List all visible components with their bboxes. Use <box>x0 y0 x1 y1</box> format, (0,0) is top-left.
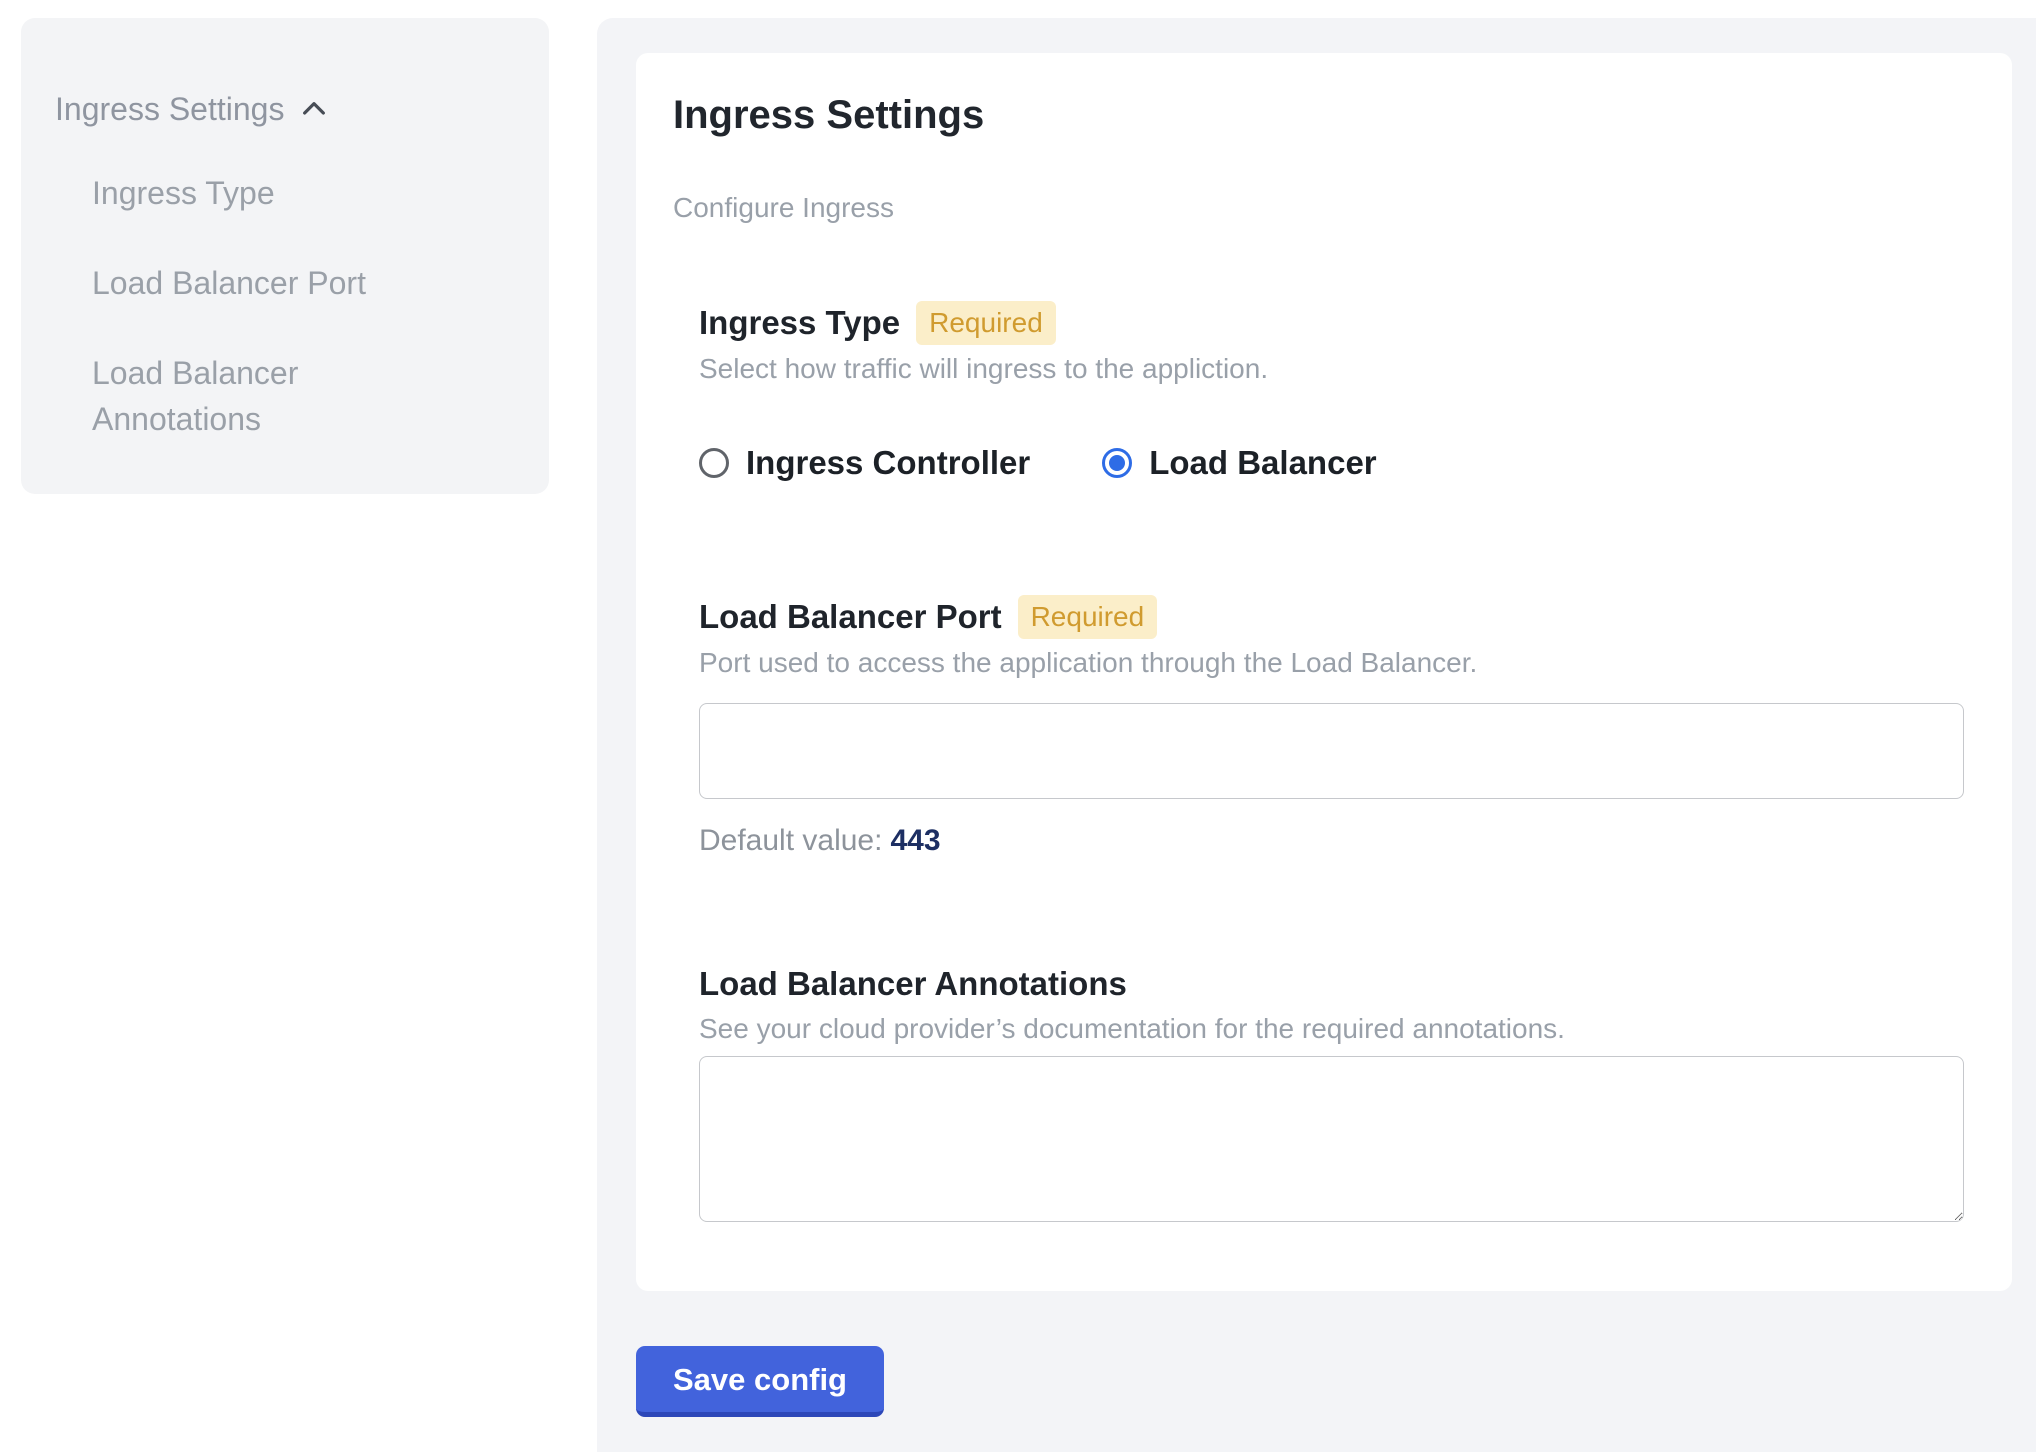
ingress-type-heading: Ingress Type Required <box>699 301 1964 345</box>
ingress-type-description: Select how traffic will ingress to the a… <box>699 351 1964 387</box>
radio-ingress-controller[interactable] <box>699 448 729 478</box>
chevron-up-icon[interactable] <box>298 93 330 125</box>
ingress-settings-card: Ingress Settings Configure Ingress Ingre… <box>636 53 2012 1291</box>
main-panel: Ingress Settings Configure Ingress Ingre… <box>597 18 2036 1452</box>
required-badge: Required <box>1018 595 1158 639</box>
ingress-type-radio-group: Ingress Controller Load Balancer <box>699 443 1964 483</box>
radio-option-ingress-controller[interactable]: Ingress Controller <box>699 444 1030 482</box>
ingress-type-label: Ingress Type <box>699 302 900 344</box>
page-subtitle: Configure Ingress <box>673 191 1964 225</box>
load-balancer-annotations-textarea[interactable] <box>699 1056 1964 1222</box>
sidebar-item-load-balancer-port[interactable]: Load Balancer Port <box>92 260 412 306</box>
section-ingress-type: Ingress Type Required Select how traffic… <box>699 301 1964 483</box>
radio-label-ingress-controller[interactable]: Ingress Controller <box>746 444 1030 482</box>
sidebar-item-load-balancer-annotations[interactable]: Load Balancer Annotations <box>92 350 412 442</box>
sidebar-section-ingress-settings[interactable]: Ingress Settings <box>55 88 519 130</box>
sidebar-item-list: Ingress Type Load Balancer Port Load Bal… <box>92 170 519 442</box>
load-balancer-port-heading: Load Balancer Port Required <box>699 595 1964 639</box>
load-balancer-port-input[interactable] <box>699 703 1964 799</box>
load-balancer-port-label: Load Balancer Port <box>699 596 1002 638</box>
load-balancer-annotations-heading: Load Balancer Annotations <box>699 963 1964 1005</box>
save-config-button[interactable]: Save config <box>636 1346 884 1417</box>
page-title: Ingress Settings <box>673 91 1964 139</box>
load-balancer-annotations-description: See your cloud provider’s documentation … <box>699 1011 1964 1047</box>
sidebar-item-ingress-type[interactable]: Ingress Type <box>92 170 412 216</box>
default-value: 443 <box>890 824 940 857</box>
default-value-label: Default value: <box>699 824 882 857</box>
section-load-balancer-port: Load Balancer Port Required Port used to… <box>699 595 1964 859</box>
sidebar-section-label: Ingress Settings <box>55 88 284 130</box>
radio-label-load-balancer[interactable]: Load Balancer <box>1149 444 1376 482</box>
section-load-balancer-annotations: Load Balancer Annotations See your cloud… <box>699 963 1964 1222</box>
required-badge: Required <box>916 301 1056 345</box>
settings-sidebar: Ingress Settings Ingress Type Load Balan… <box>21 18 549 494</box>
default-value-line: Default value:443 <box>699 823 1964 859</box>
radio-option-load-balancer[interactable]: Load Balancer <box>1102 444 1376 482</box>
load-balancer-annotations-label: Load Balancer Annotations <box>699 963 1127 1005</box>
load-balancer-port-description: Port used to access the application thro… <box>699 645 1964 681</box>
radio-load-balancer[interactable] <box>1102 448 1132 478</box>
